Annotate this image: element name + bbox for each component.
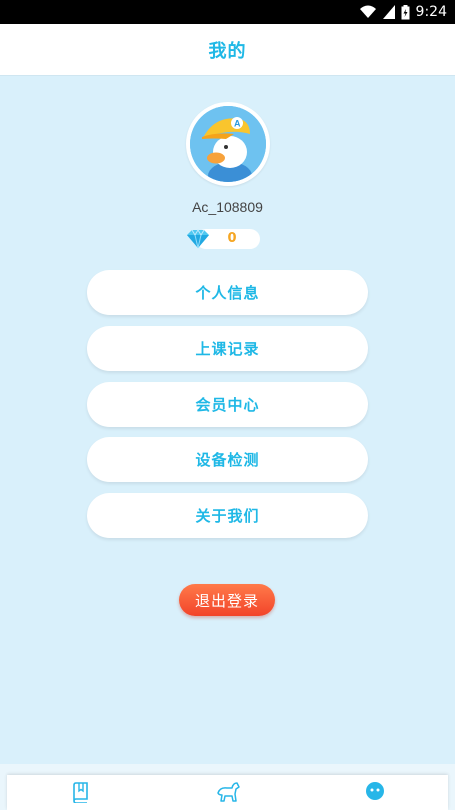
horse-icon (215, 781, 241, 805)
menu-label: 设备检测 (195, 451, 260, 469)
member-center-button[interactable]: 会员中心 (87, 382, 368, 427)
menu-label: 上课记录 (195, 340, 260, 358)
about-us-button[interactable]: 关于我们 (87, 493, 368, 538)
logout-label: 退出登录 (194, 591, 259, 610)
wifi-icon (359, 5, 377, 19)
nav-book[interactable] (61, 781, 101, 805)
avatar[interactable]: A (186, 102, 270, 186)
diamond-count: 0 (227, 231, 237, 246)
page-title: 我的 (208, 40, 247, 62)
bottom-nav (7, 775, 448, 810)
personal-info-button[interactable]: 个人信息 (87, 270, 368, 315)
battery-icon (401, 4, 410, 20)
status-time: 9:24 (415, 4, 447, 20)
signal-icon (382, 5, 395, 19)
menu-label: 关于我们 (195, 507, 260, 525)
nav-me[interactable] (355, 781, 395, 805)
book-icon (70, 781, 92, 805)
logout-button[interactable]: 退出登录 (179, 584, 275, 616)
diamond-icon (184, 228, 212, 250)
svg-text:A: A (234, 119, 241, 129)
menu-label: 个人信息 (195, 284, 260, 302)
status-bar: 9:24 (0, 0, 455, 24)
title-bar: 我的 (0, 24, 455, 76)
menu-label: 会员中心 (195, 396, 260, 414)
class-records-button[interactable]: 上课记录 (87, 326, 368, 371)
username: Ac_108809 (192, 199, 263, 215)
nav-horse[interactable] (208, 781, 248, 805)
device-check-button[interactable]: 设备检测 (87, 437, 368, 482)
face-icon (365, 781, 385, 805)
duck-mascot-icon: A (190, 106, 266, 182)
